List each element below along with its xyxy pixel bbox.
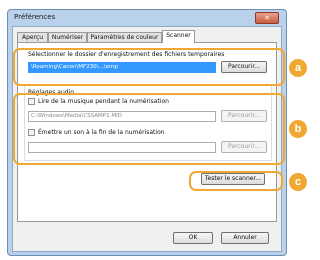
- tab-parametres-couleur[interactable]: Paramètres de couleur: [87, 32, 162, 42]
- callout-b-badge: b: [289, 120, 307, 138]
- tab-apercu[interactable]: Aperçu: [17, 32, 48, 42]
- tab-scanner[interactable]: Scanner: [162, 30, 195, 43]
- callout-b-frame: [13, 93, 285, 165]
- cancel-button[interactable]: Annuler: [221, 232, 269, 244]
- tab-numeriser[interactable]: Numériser: [48, 32, 87, 42]
- callout-a-frame: [13, 48, 285, 86]
- callout-a-badge: a: [289, 59, 307, 77]
- dialog-title: Préférences: [14, 13, 56, 21]
- title-bar[interactable]: Préférences ✕: [8, 10, 286, 25]
- callout-c-frame: [189, 171, 283, 191]
- close-button[interactable]: ✕: [255, 12, 279, 24]
- ok-button[interactable]: OK: [173, 232, 213, 244]
- callout-c-badge: c: [289, 173, 307, 191]
